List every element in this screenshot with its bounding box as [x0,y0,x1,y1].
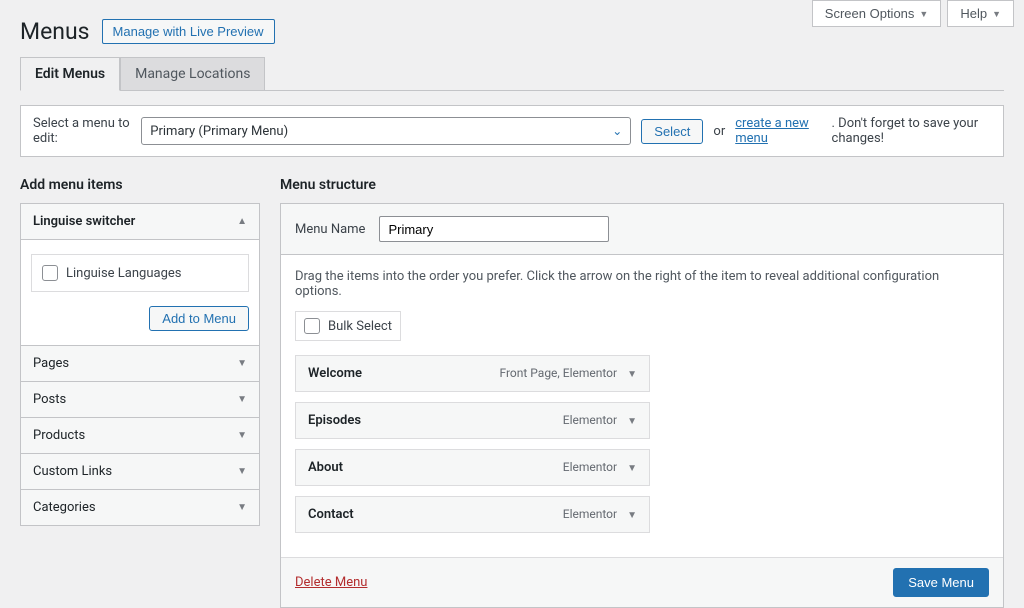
tab-edit-menus[interactable]: Edit Menus [20,57,120,91]
tab-manage-locations[interactable]: Manage Locations [120,57,265,90]
menu-name-input[interactable] [379,216,609,242]
menu-item[interactable]: Contact Elementor ▼ [295,496,650,533]
reminder-text: . Don't forget to save your changes! [832,116,991,146]
nav-tabs: Edit Menus Manage Locations [20,57,1004,91]
caret-down-icon: ▼ [919,9,928,19]
linguise-languages-label: Linguise Languages [66,266,182,281]
help-button[interactable]: Help ▼ [947,0,1014,27]
instructions-text: Drag the items into the order you prefer… [295,269,989,299]
caret-up-icon: ▲ [237,216,247,227]
menu-select-dropdown[interactable]: Primary (Primary Menu) ⌄ [141,117,631,145]
accordion-pages[interactable]: Pages ▼ [21,345,259,381]
menu-select-bar: Select a menu to edit: Primary (Primary … [20,105,1004,157]
caret-down-icon[interactable]: ▼ [627,369,637,380]
add-to-menu-button[interactable]: Add to Menu [149,306,249,331]
checkbox[interactable] [42,265,58,281]
caret-down-icon: ▼ [237,358,247,369]
menu-structure-frame: Menu Name Drag the items into the order … [280,203,1004,608]
menu-item-title: Episodes [308,413,361,428]
live-preview-button[interactable]: Manage with Live Preview [102,19,275,44]
bulk-select-label: Bulk Select [328,319,392,334]
accordion-label: Products [33,428,85,443]
bulk-select-row[interactable]: Bulk Select [295,311,401,341]
menu-item-title: Welcome [308,366,362,381]
accordion-label: Categories [33,500,96,515]
menu-item-title: About [308,460,343,475]
accordion-label: Linguise switcher [33,214,135,229]
caret-down-icon: ▼ [237,466,247,477]
caret-down-icon: ▼ [237,394,247,405]
accordion-categories[interactable]: Categories ▼ [21,489,259,525]
caret-down-icon[interactable]: ▼ [627,510,637,521]
accordion-label: Posts [33,392,66,407]
accordion-products[interactable]: Products ▼ [21,417,259,453]
chevron-down-icon: ⌄ [612,124,622,138]
menu-item-type: Elementor [563,460,617,474]
caret-down-icon: ▼ [237,430,247,441]
screen-options-label: Screen Options [825,6,915,21]
accordion-label: Pages [33,356,69,371]
menu-item-type: Elementor [563,507,617,521]
caret-down-icon[interactable]: ▼ [627,416,637,427]
page-title: Menus [20,18,90,45]
menu-structure-heading: Menu structure [280,177,1004,193]
help-label: Help [960,6,987,21]
accordion-label: Custom Links [33,464,112,479]
menu-item[interactable]: Episodes Elementor ▼ [295,402,650,439]
add-items-heading: Add menu items [20,177,260,193]
menu-name-label: Menu Name [295,222,365,237]
menu-item-type: Front Page, Elementor [499,366,617,380]
accordion-linguise[interactable]: Linguise switcher ▲ [21,204,259,239]
save-menu-button[interactable]: Save Menu [893,568,989,597]
or-text: or [713,124,725,139]
accordion: Linguise switcher ▲ Linguise Languages A… [20,203,260,526]
caret-down-icon[interactable]: ▼ [627,463,637,474]
menu-item-title: Contact [308,507,354,522]
accordion-posts[interactable]: Posts ▼ [21,381,259,417]
caret-down-icon: ▼ [237,502,247,513]
accordion-body-linguise: Linguise Languages Add to Menu [21,239,259,345]
accordion-custom-links[interactable]: Custom Links ▼ [21,453,259,489]
menu-select-value: Primary (Primary Menu) [150,124,288,139]
caret-down-icon: ▼ [992,9,1001,19]
delete-menu-link[interactable]: Delete Menu [295,575,367,590]
checkbox[interactable] [304,318,320,334]
create-menu-link[interactable]: create a new menu [735,116,821,146]
menu-item[interactable]: Welcome Front Page, Elementor ▼ [295,355,650,392]
screen-options-button[interactable]: Screen Options ▼ [812,0,942,27]
menu-item[interactable]: About Elementor ▼ [295,449,650,486]
select-button[interactable]: Select [641,119,703,144]
linguise-languages-row[interactable]: Linguise Languages [31,254,249,292]
menu-item-type: Elementor [563,413,617,427]
menu-select-label: Select a menu to edit: [33,116,131,146]
